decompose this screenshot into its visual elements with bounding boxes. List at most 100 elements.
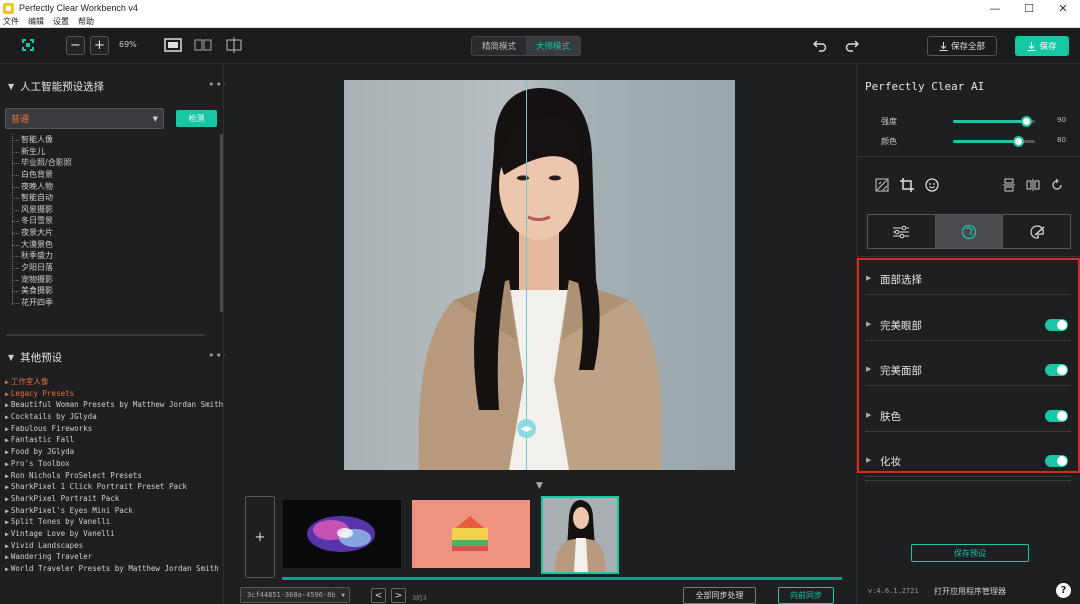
single-view-icon[interactable] xyxy=(164,37,182,53)
feature-row[interactable]: ▶ 化妆 xyxy=(865,443,1071,477)
flip-horizontal-icon[interactable] xyxy=(1026,178,1040,192)
feature-toggle[interactable] xyxy=(1045,364,1068,376)
feature-toggle[interactable] xyxy=(1045,318,1068,331)
sliders-icon xyxy=(893,225,910,238)
menu-file[interactable]: 文件 xyxy=(3,16,19,27)
other-preset-item[interactable]: ▶ Fabulous Fireworks xyxy=(5,423,220,435)
ai-preset-item[interactable]: 智能自动 xyxy=(10,192,210,204)
ai-preset-item[interactable]: 智能人像 xyxy=(10,134,210,146)
ai-preset-item[interactable]: 新生儿 xyxy=(10,146,210,158)
minimize-button[interactable]: — xyxy=(978,0,1012,16)
face-icon[interactable] xyxy=(925,178,939,192)
feature-toggle[interactable] xyxy=(1045,455,1068,467)
ai-preset-item[interactable]: 白色背景 xyxy=(10,169,210,181)
other-preset-item[interactable]: ▶ Pro's Toolbox xyxy=(5,458,220,470)
ai-presets-header[interactable]: ▼ 人工智能预设选择 xyxy=(8,79,104,94)
ai-preset-item[interactable]: 秋季盛力 xyxy=(10,250,210,262)
other-preset-item[interactable]: ▶ 工作室人像 xyxy=(5,376,220,388)
split-line[interactable] xyxy=(526,80,527,470)
split-handle-icon[interactable]: ◀▶ xyxy=(517,419,536,438)
app-manager-link[interactable]: 打开应用程序管理器 xyxy=(934,586,1006,597)
ai-preset-item[interactable]: 大漠景色 xyxy=(10,239,210,251)
zoom-in-button[interactable]: + xyxy=(90,36,109,55)
feature-row[interactable]: ▶ 面部选择 xyxy=(865,261,1071,295)
compare-view-icon[interactable] xyxy=(194,37,212,53)
other-preset-item[interactable]: ▶ Food by JGlyda xyxy=(5,446,220,458)
flip-vertical-icon[interactable] xyxy=(1002,178,1016,192)
other-preset-item[interactable]: ▶ SharkPixel 1 Click Portrait Preset Pack xyxy=(5,481,220,493)
feature-label: 完美眼部 xyxy=(880,319,922,332)
mode-simple-tab[interactable]: 精简模式 xyxy=(472,37,526,55)
split-view-icon[interactable] xyxy=(225,37,243,53)
menu-settings[interactable]: 设置 xyxy=(53,16,69,27)
caret-down-icon[interactable]: ▼ xyxy=(536,481,543,491)
tab-face-beautify[interactable] xyxy=(934,215,1004,248)
thumbnail-2[interactable] xyxy=(412,500,530,568)
ai-preset-item[interactable]: 夕阳日落 xyxy=(10,262,210,274)
other-preset-item[interactable]: ▶ Cocktails by JGlyda xyxy=(5,411,220,423)
slider-knob[interactable] xyxy=(1021,116,1033,127)
menu-edit[interactable]: 编辑 xyxy=(28,16,44,27)
save-preset-button[interactable]: 保存预设 xyxy=(911,544,1029,562)
sync-forward-button[interactable]: 向前同步 xyxy=(778,587,834,604)
other-preset-item[interactable]: ▶ World Traveler Presets by Matthew Jorda… xyxy=(5,563,220,575)
feature-toggle[interactable] xyxy=(1045,409,1068,422)
other-preset-item[interactable]: ▶ Vintage Love by Vanelli xyxy=(5,528,220,540)
preset-dropdown[interactable]: 普通 ▼ xyxy=(5,108,164,129)
other-preset-item[interactable]: ▶ SharkPixel Portrait Pack xyxy=(5,493,220,505)
slider-track[interactable] xyxy=(953,136,1035,147)
other-presets-header[interactable]: ▼ 其他预设 xyxy=(8,350,62,365)
other-preset-item[interactable]: ▶ Beautiful Woman Presets by Matthew Jord… xyxy=(5,399,223,411)
tab-adjustments[interactable] xyxy=(868,215,935,248)
add-image-button[interactable]: + xyxy=(245,496,275,578)
slider-row: 强度 90 xyxy=(881,114,1071,128)
save-button[interactable]: 保存 xyxy=(1015,36,1069,56)
undo-icon[interactable] xyxy=(813,38,827,52)
menu-help[interactable]: 帮助 xyxy=(78,16,94,27)
other-preset-item[interactable]: ▶ Fantastic Fall xyxy=(5,434,220,446)
other-preset-item[interactable]: ▶ Legacy Presets xyxy=(5,388,220,400)
help-icon[interactable]: ? xyxy=(1056,583,1071,598)
save-all-button[interactable]: 保存全部 xyxy=(927,36,997,56)
mode-master-tab[interactable]: 大师模式 xyxy=(526,37,580,55)
other-preset-item[interactable]: ▶ SharkPixel's Eyes Mini Pack xyxy=(5,505,220,517)
ai-preset-item[interactable]: 毕业照/合影照 xyxy=(10,157,210,169)
scrollbar[interactable] xyxy=(220,134,223,312)
slider-track[interactable] xyxy=(953,116,1035,127)
ai-preset-item[interactable]: 美食摄影 xyxy=(10,285,210,297)
sync-all-button[interactable]: 全部同步处理 xyxy=(683,587,756,604)
ai-preset-item[interactable]: 风景摄影 xyxy=(10,204,210,216)
curves-icon[interactable] xyxy=(875,178,889,192)
main-photo[interactable]: ◀▶ xyxy=(344,80,735,470)
ai-preset-item[interactable]: 冬日雪景 xyxy=(10,215,210,227)
other-preset-item[interactable]: ▶ Ron Nichols ProSelect Presets xyxy=(5,470,220,482)
next-button[interactable]: > xyxy=(391,588,406,603)
ai-preset-item[interactable]: 宠物摄影 xyxy=(10,274,210,286)
toy-house-image xyxy=(412,500,530,568)
zoom-out-button[interactable]: − xyxy=(66,36,85,55)
prev-button[interactable]: < xyxy=(371,588,386,603)
maximize-button[interactable]: ☐ xyxy=(1012,0,1046,16)
filmstrip-scrollbar[interactable] xyxy=(282,577,842,580)
feature-row[interactable]: ▶ 肤色 xyxy=(865,398,1071,432)
rotate-icon[interactable] xyxy=(1050,178,1064,192)
thumbnail-1[interactable] xyxy=(283,500,401,568)
ai-preset-item[interactable]: 夜景大片 xyxy=(10,227,210,239)
ai-presets-title: 人工智能预设选择 xyxy=(20,81,105,93)
ai-preset-item[interactable]: 夜晚人物 xyxy=(10,181,210,193)
close-button[interactable]: ✕ xyxy=(1046,0,1080,16)
crop-icon[interactable] xyxy=(900,178,914,192)
slider-knob[interactable] xyxy=(1013,136,1025,147)
redo-icon[interactable] xyxy=(845,38,859,52)
expand-icon: ▶ xyxy=(5,389,9,398)
other-preset-item[interactable]: ▶ Split Tones by Vanelli xyxy=(5,516,220,528)
feature-row[interactable]: ▶ 完美面部 xyxy=(865,352,1071,386)
tab-artistic[interactable] xyxy=(1003,215,1070,248)
file-selector[interactable]: 3cf44851-368a-4596-8b ▼ xyxy=(240,587,350,603)
detect-button[interactable]: 检测 xyxy=(176,110,217,127)
other-preset-item[interactable]: ▶ Wandering Traveler xyxy=(5,551,220,563)
ai-preset-item[interactable]: 花开四季 xyxy=(10,297,210,309)
other-preset-item[interactable]: ▶ Vivid Landscapes xyxy=(5,540,220,552)
feature-row[interactable]: ▶ 完美眼部 xyxy=(865,307,1071,341)
thumbnail-3[interactable] xyxy=(541,496,619,574)
